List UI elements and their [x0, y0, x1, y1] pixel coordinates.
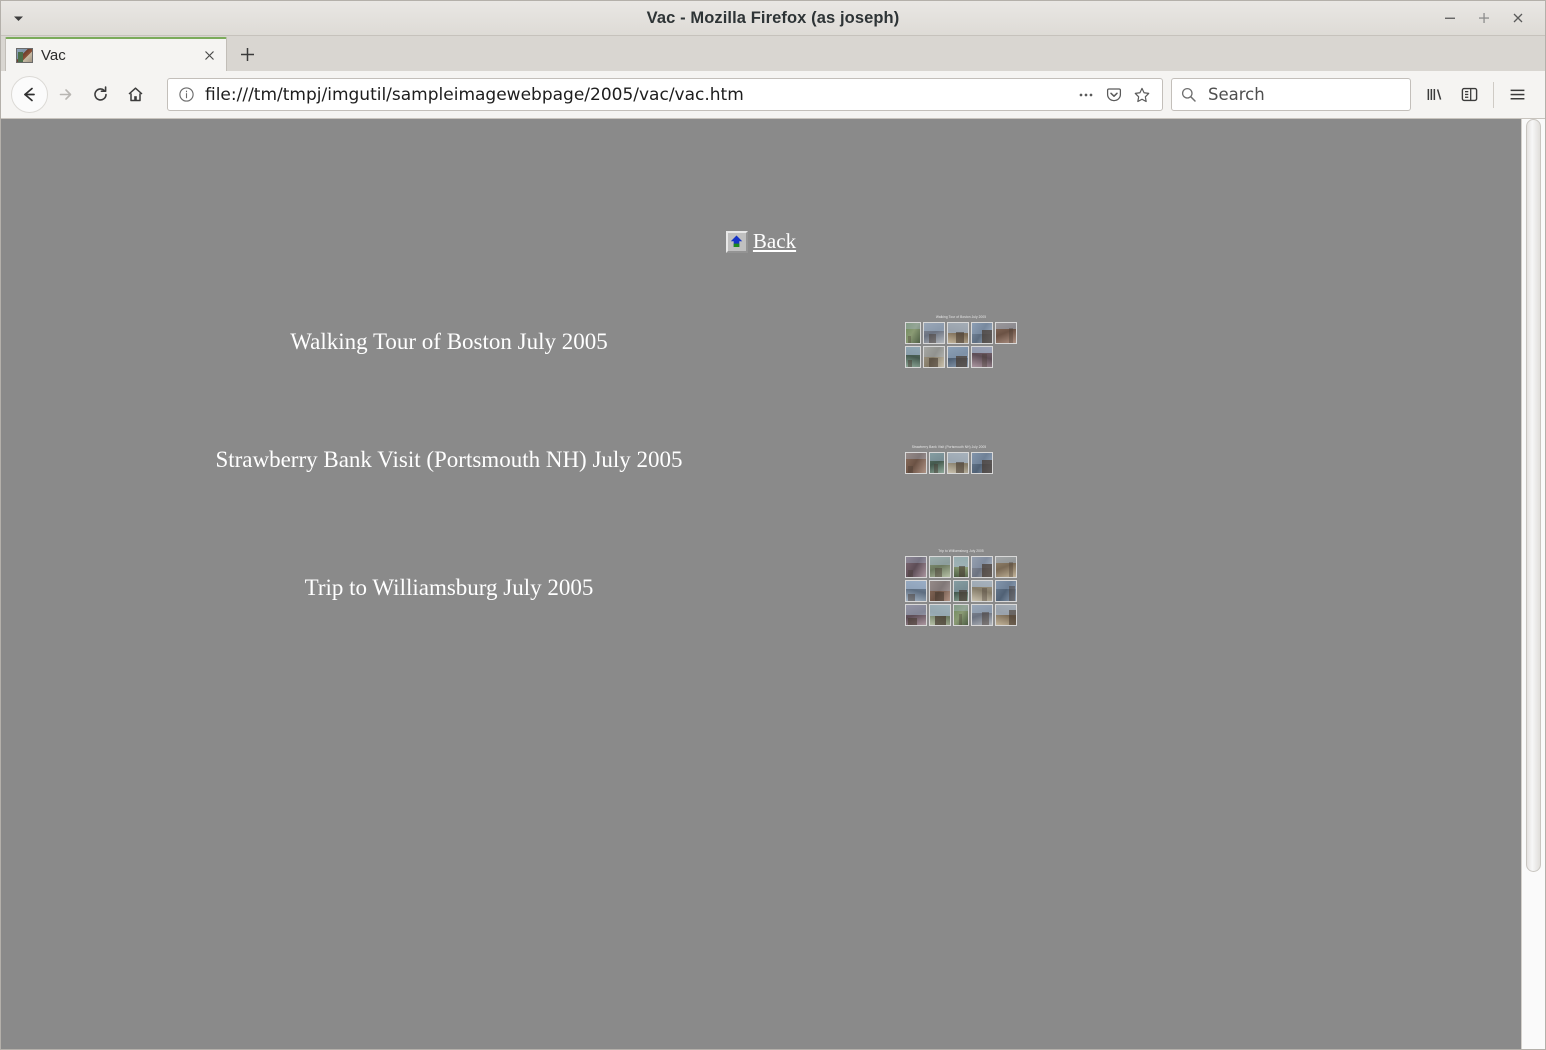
window-controls	[1433, 3, 1545, 33]
toolbar-divider	[1493, 81, 1494, 108]
contact-sheet-caption: Walking Tour of Boston July 2005	[935, 315, 987, 319]
album-title: Walking Tour of Boston July 2005	[290, 329, 608, 354]
thumbnail	[923, 346, 945, 368]
album-row: Trip to Williamsburg July 2005 Trip to Wi…	[1, 546, 1521, 630]
library-icon[interactable]	[1417, 77, 1452, 112]
minimize-icon[interactable]	[1433, 3, 1467, 33]
album-title: Strawberry Bank Visit (Portsmouth NH) Ju…	[215, 447, 683, 472]
forward-arrow-icon	[48, 77, 83, 112]
page-photo-favicon	[16, 47, 33, 63]
home-up-arrow-icon	[725, 230, 748, 253]
contact-sheet-image[interactable]: Walking Tour of Boston July 2005	[901, 312, 1021, 372]
album-title: Trip to Williamsburg July 2005	[304, 575, 594, 600]
url-bar[interactable]: file:///tm/tmpj/imgutil/sampleimagewebpa…	[167, 78, 1163, 111]
thumbnail-grid	[905, 452, 993, 474]
thumbnail-row	[905, 556, 1017, 578]
title-bar: Vac - Mozilla Firefox (as joseph)	[1, 1, 1545, 36]
album-contact-sheet-link[interactable]: Walking Tour of Boston July 2005	[901, 312, 1021, 372]
thumbnail	[971, 346, 993, 368]
toolbar-right-group	[1417, 77, 1535, 112]
scrollbar-thumb[interactable]	[1526, 119, 1541, 872]
contact-sheet-image[interactable]: Strawberry Bank Visit (Portsmouth NH) Ju…	[901, 442, 997, 478]
thumbnail	[929, 580, 951, 602]
browser-window: Vac - Mozilla Firefox (as joseph) Vac fi…	[0, 0, 1546, 1050]
web-page: Back Walking Tour of Boston July 2005 Wal…	[1, 119, 1521, 1049]
new-tab-button[interactable]	[227, 38, 267, 70]
back-link-row: Back	[1, 119, 1521, 254]
thumbnail	[995, 322, 1017, 344]
thumbnail	[953, 580, 969, 602]
album-row: Strawberry Bank Visit (Portsmouth NH) Ju…	[1, 442, 1521, 478]
search-input[interactable]	[1206, 84, 1402, 105]
thumbnail	[947, 452, 969, 474]
ellipsis-icon[interactable]	[1072, 81, 1100, 109]
thumbnail	[923, 322, 945, 344]
contact-sheet-caption: Trip to Williamsburg July 2005	[938, 549, 984, 553]
thumbnail	[995, 556, 1017, 578]
thumbnail	[947, 322, 969, 344]
home-icon[interactable]	[118, 77, 153, 112]
thumbnail-row	[905, 322, 1017, 344]
back-link[interactable]: Back	[725, 229, 797, 254]
sidebar-icon[interactable]	[1452, 77, 1487, 112]
tab-strip: Vac	[1, 36, 1545, 71]
back-arrow-icon[interactable]	[11, 76, 48, 113]
search-bar[interactable]	[1171, 78, 1411, 111]
thumbnail-row	[905, 604, 1017, 626]
thumbnail	[971, 322, 993, 344]
thumbnail	[953, 604, 969, 626]
window-title: Vac - Mozilla Firefox (as joseph)	[646, 8, 900, 27]
tab-vac[interactable]: Vac	[5, 37, 227, 71]
pocket-icon[interactable]	[1100, 81, 1128, 109]
thumbnail	[905, 604, 927, 626]
content-area: Back Walking Tour of Boston July 2005 Wal…	[1, 119, 1545, 1049]
info-circle-icon[interactable]	[178, 86, 196, 104]
star-icon[interactable]	[1128, 81, 1156, 109]
thumbnail-row	[905, 346, 1017, 368]
hamburger-menu-icon[interactable]	[1500, 77, 1535, 112]
reload-icon[interactable]	[83, 77, 118, 112]
thumbnail-row	[905, 580, 1017, 602]
thumbnail	[905, 580, 927, 602]
album-row: Walking Tour of Boston July 2005 Walking …	[1, 312, 1521, 372]
thumbnail	[971, 452, 993, 474]
thumbnail	[995, 604, 1017, 626]
thumbnail	[947, 346, 969, 368]
album-contact-sheet-link[interactable]: Strawberry Bank Visit (Portsmouth NH) Ju…	[901, 442, 997, 478]
thumbnail	[971, 556, 993, 578]
thumbnail	[929, 604, 951, 626]
thumbnail	[905, 452, 927, 474]
back-link-label: Back	[752, 229, 797, 253]
thumbnail	[971, 604, 993, 626]
thumbnail	[905, 346, 921, 368]
tab-label: Vac	[41, 46, 66, 64]
contact-sheet-image[interactable]: Trip to Williamsburg July 2005	[901, 546, 1021, 630]
chevron-down-icon[interactable]	[1, 1, 35, 36]
thumbnail	[905, 322, 921, 344]
thumbnail	[929, 556, 951, 578]
navigation-toolbar: file:///tm/tmpj/imgutil/sampleimagewebpa…	[1, 71, 1545, 119]
close-icon[interactable]	[1501, 3, 1535, 33]
album-contact-sheet-link[interactable]: Trip to Williamsburg July 2005	[901, 546, 1021, 630]
search-icon	[1180, 86, 1198, 104]
url-text: file:///tm/tmpj/imgutil/sampleimagewebpa…	[205, 84, 744, 105]
thumbnail-row	[905, 452, 993, 474]
thumbnail	[995, 580, 1017, 602]
album-list: Walking Tour of Boston July 2005 Walking …	[1, 312, 1521, 630]
maximize-icon[interactable]	[1467, 3, 1501, 33]
vertical-scrollbar[interactable]	[1521, 119, 1545, 1049]
thumbnail-grid	[905, 556, 1017, 626]
thumbnail	[929, 452, 945, 474]
contact-sheet-caption: Strawberry Bank Visit (Portsmouth NH) Ju…	[911, 445, 987, 449]
close-icon[interactable]	[198, 44, 220, 66]
thumbnail	[905, 556, 927, 578]
thumbnail	[953, 556, 969, 578]
thumbnail	[971, 580, 993, 602]
thumbnail-grid	[905, 322, 1017, 368]
